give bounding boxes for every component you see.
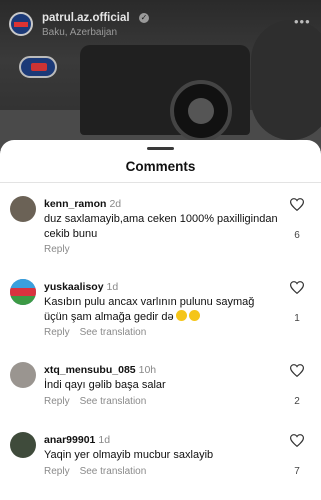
commenter-avatar[interactable] [10,196,36,222]
comment-text: Kasıbın pulu ancax varlının pulunu sayma… [44,295,280,325]
comments-title: Comments [125,159,196,174]
comment-text: İndi qayı gəlib başa salar [44,379,166,391]
comment-time: 2d [109,198,122,210]
verified-badge-icon: ✓ [139,13,149,23]
reply-button[interactable]: Reply [44,244,70,255]
comment-header: xtq_mensubu_085 10h [44,364,156,376]
comment-header: kenn_ramon 2d [44,198,121,210]
brand-logo-overlay [19,56,57,78]
commenter-username[interactable]: kenn_ramon [44,198,106,210]
comment-time: 1d [106,281,119,293]
commenter-username[interactable]: yuskaalisoy [44,281,104,293]
commenter-avatar[interactable] [10,279,36,305]
like-heart-icon[interactable] [290,364,304,377]
more-options-icon[interactable]: ••• [294,14,311,29]
reply-button[interactable]: Reply [44,396,70,407]
comment-actions: Reply See translation [44,327,156,338]
commenter-avatar[interactable] [10,362,36,388]
comment-actions: Reply [44,244,80,255]
like-heart-icon[interactable] [290,434,304,447]
comment-text-body: Kasıbın pulu ancax varlının pulunu sayma… [44,296,255,323]
like-count: 2 [294,396,300,407]
flag-avatar-icon [10,279,36,305]
reply-button[interactable]: Reply [44,466,70,477]
laughing-emoji-icon [188,310,200,321]
laughing-emoji-icon [175,310,187,321]
drag-handle[interactable] [147,147,174,150]
see-translation-button[interactable]: See translation [80,327,147,338]
post-location[interactable]: Baku, Azerbaijan [42,27,117,38]
comments-sheet: Comments kenn_ramon 2d duz saxlamayib,ama… [0,140,321,500]
comment-time: 1d [98,434,111,446]
post-header: patrul.az.official ✓ Baku, Azerbaijan ••… [0,0,321,44]
see-translation-button[interactable]: See translation [80,396,147,407]
comment-actions: Reply See translation [44,396,156,407]
divider [0,182,321,183]
comment-header: yuskaalisoy 1d [44,281,118,293]
comment-text: Yaqin yer olmayib mucbur saxlayib [44,449,214,461]
post-username[interactable]: patrul.az.official [42,12,130,24]
reply-button[interactable]: Reply [44,327,70,338]
wheel-shape [170,80,232,142]
commenter-username[interactable]: anar99901 [44,434,95,446]
profile-avatar[interactable] [9,12,33,36]
comment-header: anar99901 1d [44,434,110,446]
like-count: 7 [294,466,300,477]
like-count: 6 [294,230,300,241]
like-count: 1 [294,313,300,324]
comment-actions: Reply See translation [44,466,156,477]
comment-time: 10h [138,364,157,376]
commenter-avatar[interactable] [10,432,36,458]
like-heart-icon[interactable] [290,198,304,211]
see-translation-button[interactable]: See translation [80,466,147,477]
commenter-username[interactable]: xtq_mensubu_085 [44,364,136,376]
like-heart-icon[interactable] [290,281,304,294]
comment-text: duz saxlamayib,ama ceken 1000% paxilligi… [44,213,278,240]
